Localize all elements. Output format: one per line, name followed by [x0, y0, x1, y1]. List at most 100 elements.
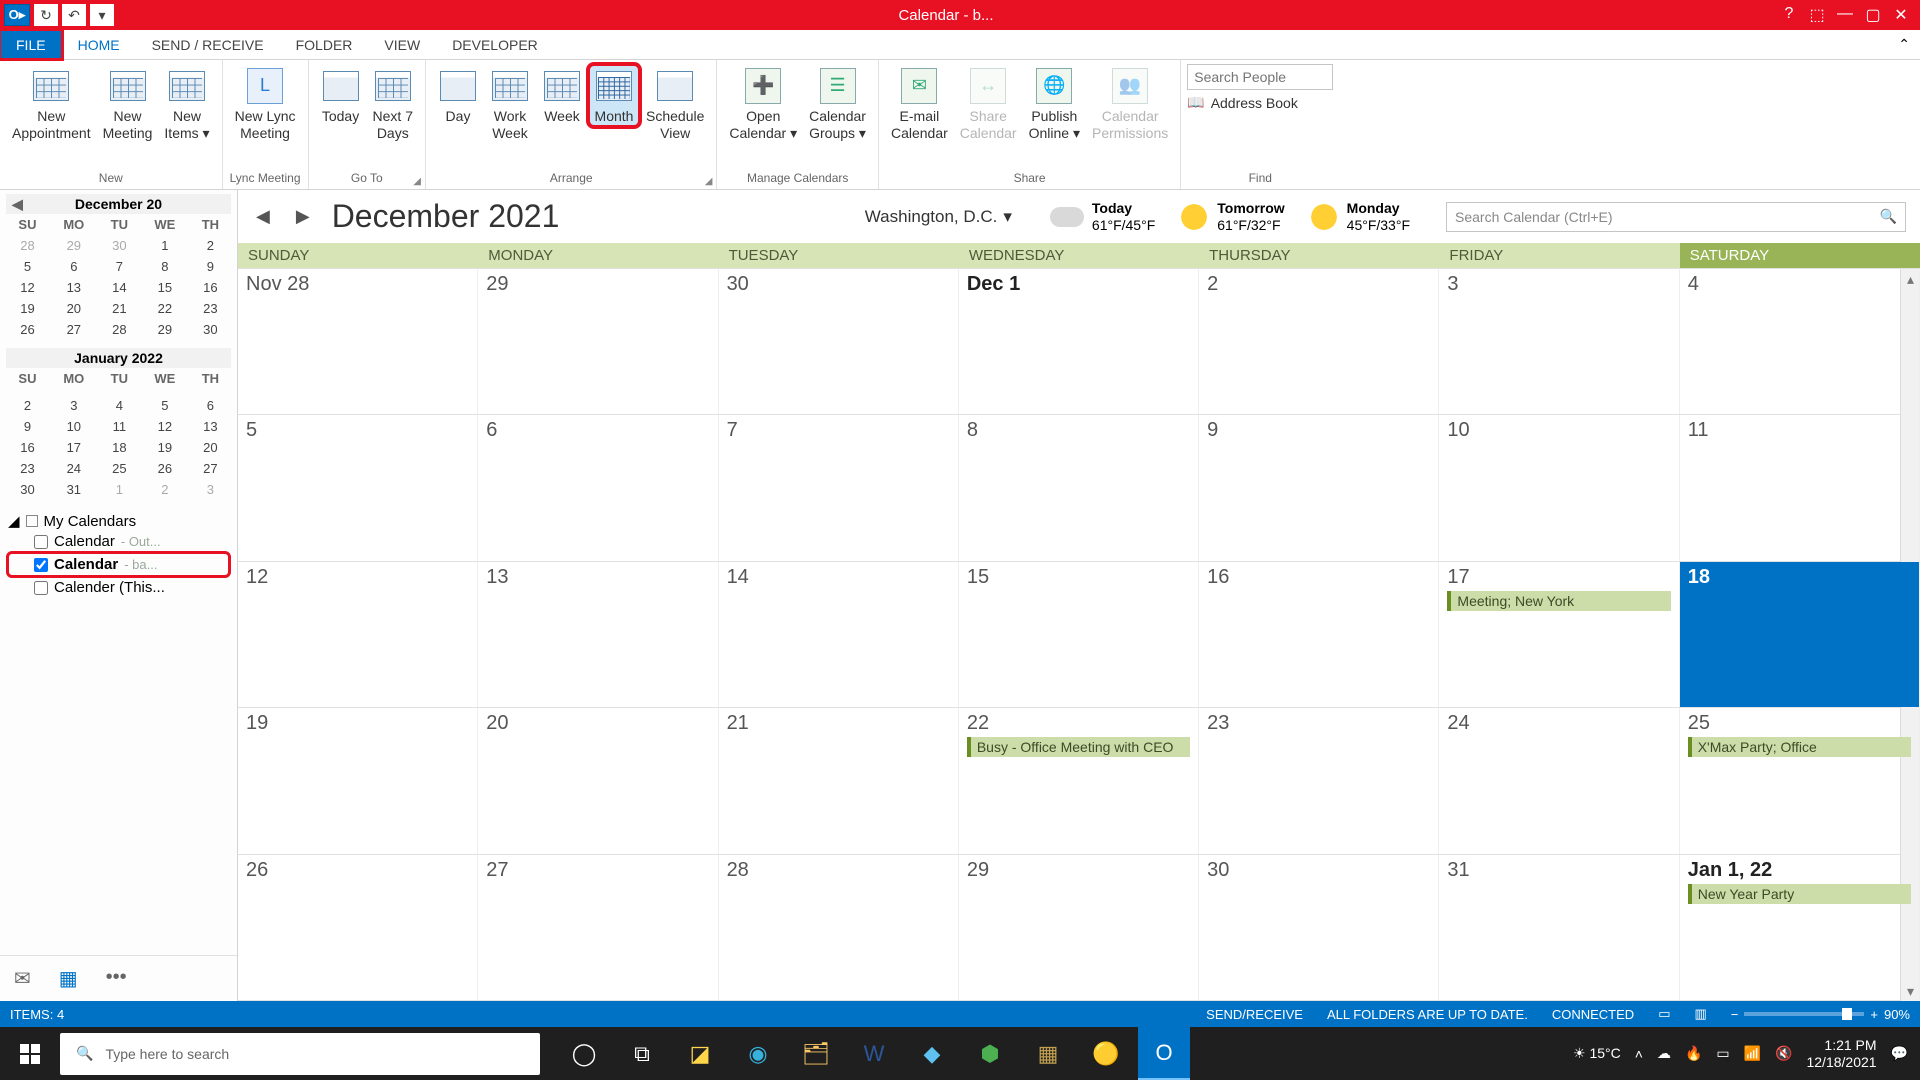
day-cell[interactable]: Jan 1, 22New Year Party — [1680, 855, 1920, 1000]
tray-overflow-icon[interactable]: ˄ — [1635, 1046, 1643, 1062]
file-explorer-icon[interactable]: 🗂 — [790, 1027, 842, 1080]
mini-cal-day[interactable]: 21 — [99, 298, 140, 319]
day-cell[interactable]: 24 — [1439, 708, 1679, 853]
zoom-control[interactable]: − + 90% — [1731, 1007, 1910, 1022]
notifications-icon[interactable]: 💬 — [1891, 1045, 1908, 1062]
day-cell[interactable]: 5 — [238, 415, 478, 560]
qat-undo-icon[interactable]: ↶ — [62, 4, 86, 26]
day-cell[interactable]: 12 — [238, 562, 478, 707]
mini-cal-day[interactable]: 9 — [190, 256, 231, 277]
calendar-nav-icon[interactable]: ▦ — [59, 966, 78, 991]
tray-app-icon[interactable]: 🔥 — [1685, 1045, 1702, 1062]
mini-cal-day[interactable]: 20 — [190, 437, 231, 458]
day-cell[interactable]: 16 — [1199, 562, 1439, 707]
app-icon-1[interactable]: ◆ — [906, 1027, 958, 1080]
more-nav-icon[interactable]: ••• — [106, 966, 127, 991]
mini-cal-day[interactable]: 14 — [99, 277, 140, 298]
schedule-view-button[interactable]: Schedule View — [640, 64, 710, 144]
edge-icon[interactable]: ◉ — [732, 1027, 784, 1080]
day-cell[interactable]: 22Busy - Office Meeting with CEO — [959, 708, 1199, 853]
word-icon[interactable]: W — [848, 1027, 900, 1080]
calendar-event[interactable]: X'Max Party; Office — [1688, 737, 1911, 757]
chrome-icon[interactable]: 🟡 — [1080, 1027, 1132, 1080]
mini-cal-day[interactable]: 1 — [99, 479, 140, 500]
mini-cal-day[interactable]: 28 — [99, 319, 140, 340]
minimize-icon[interactable]: — — [1834, 5, 1856, 25]
day-cell[interactable]: 2 — [1199, 269, 1439, 414]
mini-cal-day[interactable]: 16 — [6, 437, 49, 458]
day-cell[interactable]: 30 — [1199, 855, 1439, 1000]
next-month-icon[interactable]: ▶ — [292, 206, 314, 227]
app-icon-2[interactable]: ⬢ — [964, 1027, 1016, 1080]
search-people-input[interactable] — [1187, 64, 1333, 90]
day-cell[interactable]: 27 — [478, 855, 718, 1000]
mini-cal-day[interactable]: 20 — [49, 298, 99, 319]
calendar-search[interactable]: Search Calendar (Ctrl+E)🔍 — [1446, 202, 1906, 232]
mini-cal-day[interactable]: 19 — [6, 298, 49, 319]
day-cell[interactable]: 23 — [1199, 708, 1439, 853]
day-cell[interactable]: 14 — [719, 562, 959, 707]
day-cell[interactable]: 8 — [959, 415, 1199, 560]
zoom-out-icon[interactable]: − — [1731, 1007, 1739, 1022]
day-cell[interactable]: 19 — [238, 708, 478, 853]
new-meeting-button[interactable]: New Meeting — [97, 64, 159, 144]
calendar-checkbox[interactable] — [34, 558, 48, 572]
day-cell[interactable]: 6 — [478, 415, 718, 560]
mini-cal-day[interactable]: 26 — [140, 458, 190, 479]
mini-cal-day[interactable]: 30 — [190, 319, 231, 340]
wifi-icon[interactable]: 📶 — [1744, 1045, 1761, 1062]
tab-developer[interactable]: DEVELOPER — [436, 30, 554, 59]
tab-view[interactable]: VIEW — [368, 30, 436, 59]
weather-location[interactable]: Washington, D.C.▾ — [865, 207, 1012, 227]
new-lync-meeting-button[interactable]: LNew Lync Meeting — [229, 64, 302, 144]
mini-cal-day[interactable]: 25 — [99, 458, 140, 479]
taskbar-search[interactable]: 🔍Type here to search — [60, 1033, 540, 1075]
today-button[interactable]: Today — [315, 64, 367, 127]
new-appointment-button[interactable]: New Appointment — [6, 64, 97, 144]
mini-cal-day[interactable]: 11 — [99, 416, 140, 437]
goto-dialog-launcher-icon[interactable]: ◢ — [413, 176, 421, 187]
tab-send-receive[interactable]: SEND / RECEIVE — [136, 30, 280, 59]
cortana-icon[interactable]: ◯ — [558, 1027, 610, 1080]
view-reading-icon[interactable]: ▥ — [1694, 1006, 1706, 1022]
mini-cal-day[interactable]: 5 — [6, 256, 49, 277]
mini-cal-day[interactable]: 28 — [6, 235, 49, 256]
search-icon[interactable]: 🔍 — [1880, 208, 1897, 225]
mini-cal-day[interactable]: 23 — [190, 298, 231, 319]
start-button[interactable] — [0, 1027, 60, 1080]
mini-cal-day[interactable]: 27 — [190, 458, 231, 479]
weather-tray[interactable]: ☀ 15°C — [1573, 1045, 1621, 1062]
task-view-icon[interactable]: ⧉ — [616, 1027, 668, 1080]
mini-cal-day[interactable]: 18 — [99, 437, 140, 458]
day-cell[interactable]: 10 — [1439, 415, 1679, 560]
zoom-in-icon[interactable]: + — [1870, 1007, 1878, 1022]
address-book-button[interactable]: 📖Address Book — [1187, 94, 1298, 111]
mini-cal-day[interactable]: 31 — [49, 479, 99, 500]
calendar-checkbox[interactable] — [34, 535, 48, 549]
day-cell[interactable]: 9 — [1199, 415, 1439, 560]
view-normal-icon[interactable]: ▭ — [1658, 1006, 1670, 1022]
day-cell[interactable]: 21 — [719, 708, 959, 853]
outlook-taskbar-icon[interactable]: O — [1138, 1027, 1190, 1080]
mini-cal-day[interactable]: 30 — [6, 479, 49, 500]
tab-folder[interactable]: FOLDER — [280, 30, 369, 59]
mini-cal-day[interactable]: 27 — [49, 319, 99, 340]
open-calendar-button[interactable]: ➕Open Calendar ▾ — [723, 64, 803, 144]
mini-cal-day[interactable]: 10 — [49, 416, 99, 437]
day-cell[interactable]: 4 — [1680, 269, 1920, 414]
mini-cal-day[interactable]: 16 — [190, 277, 231, 298]
day-cell[interactable]: 29 — [959, 855, 1199, 1000]
day-cell[interactable]: 15 — [959, 562, 1199, 707]
day-cell[interactable]: 25X'Max Party; Office — [1680, 708, 1920, 853]
mail-nav-icon[interactable]: ✉ — [14, 966, 31, 991]
share-calendar-button[interactable]: ↔Share Calendar — [954, 64, 1023, 144]
mini-cal-day[interactable]: 15 — [140, 277, 190, 298]
mini-cal-day[interactable]: 1 — [140, 235, 190, 256]
day-cell[interactable]: 17Meeting; New York — [1439, 562, 1679, 707]
app-icon-3[interactable]: ▦ — [1022, 1027, 1074, 1080]
calendar-list-item[interactable]: Calendar - Out... — [8, 530, 229, 553]
arrange-dialog-launcher-icon[interactable]: ◢ — [705, 176, 713, 187]
week-view-button[interactable]: Week — [536, 64, 588, 127]
day-cell[interactable]: Dec 1 — [959, 269, 1199, 414]
mini-cal-day[interactable]: 3 — [190, 479, 231, 500]
